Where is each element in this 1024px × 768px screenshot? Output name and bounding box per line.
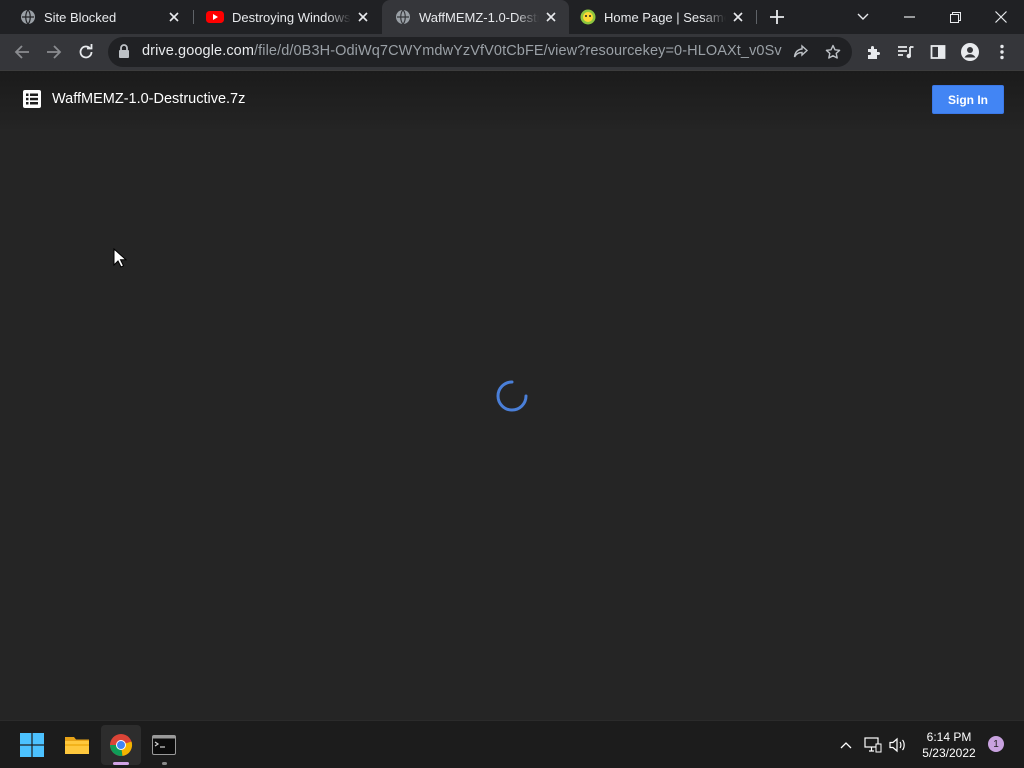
forward-button[interactable]: [40, 38, 68, 66]
windows-start-icon: [20, 733, 44, 757]
chevron-down-icon: [857, 13, 869, 20]
media-control-button[interactable]: [892, 38, 920, 66]
close-tab-icon[interactable]: [351, 5, 375, 29]
tab-title: Home Page | Sesame Street: [604, 9, 726, 25]
close-tab-icon[interactable]: [539, 5, 563, 29]
file-name-title: WaffMEMZ-1.0-Destructive.7z: [52, 91, 246, 107]
minimize-icon: [903, 16, 915, 18]
plus-icon: [770, 10, 784, 24]
tab-separator: [756, 10, 757, 24]
network-status-button[interactable]: [862, 733, 884, 757]
minimize-button[interactable]: [886, 0, 932, 34]
chevron-up-icon: [840, 742, 852, 749]
side-panel-button[interactable]: [924, 38, 952, 66]
clock-time: 6:14 PM: [926, 730, 972, 744]
close-tab-icon[interactable]: [162, 5, 186, 29]
restore-button[interactable]: [932, 0, 978, 34]
url-text: drive.google.com/file/d/0B3H-OdiWq7CWYmd…: [142, 43, 782, 61]
chrome-taskbar-button[interactable]: [101, 725, 141, 765]
notification-badge[interactable]: 1: [988, 736, 1004, 752]
network-icon: [864, 737, 882, 753]
file-explorer-icon: [65, 737, 89, 754]
tab-title: WaffMEMZ-1.0-Destructive.7z: [419, 9, 539, 25]
sesame-street-icon: [580, 9, 596, 25]
kebab-menu-icon: [1000, 44, 1004, 60]
profile-avatar-icon: [961, 43, 979, 61]
tab-site-blocked[interactable]: Site Blocked: [0, 0, 192, 34]
bookmark-star-icon[interactable]: [824, 43, 842, 61]
tab-strip: Site Blocked Destroying Windows XP WaffM…: [0, 0, 1024, 34]
tab-title: Destroying Windows XP: [232, 9, 351, 25]
close-icon: [995, 11, 1007, 23]
globe-icon: [396, 9, 410, 25]
reload-button[interactable]: [72, 38, 100, 66]
mouse-cursor-icon: [113, 247, 128, 273]
terminal-icon: [152, 735, 176, 755]
tab-sesame-street[interactable]: Home Page | Sesame Street: [569, 0, 756, 34]
reload-icon: [79, 44, 93, 59]
arrow-left-icon: [14, 45, 29, 59]
extensions-button[interactable]: [860, 38, 888, 66]
file-list-icon: [23, 90, 41, 113]
tab-title: Site Blocked: [44, 9, 117, 25]
close-tab-icon[interactable]: [726, 5, 750, 29]
tab-waffmemz-drive[interactable]: WaffMEMZ-1.0-Destructive.7z: [382, 0, 569, 34]
profile-button[interactable]: [956, 38, 984, 66]
restore-icon: [949, 11, 961, 23]
url-host: drive.google.com: [142, 43, 255, 59]
speaker-volume-icon: [889, 737, 905, 753]
back-button[interactable]: [8, 38, 36, 66]
show-hidden-icons-button[interactable]: [836, 733, 856, 757]
youtube-icon: [206, 11, 224, 23]
running-app-indicator: [162, 762, 167, 765]
active-app-indicator: [113, 762, 129, 765]
new-tab-button[interactable]: [764, 4, 790, 30]
arrow-right-icon: [47, 45, 62, 59]
file-explorer-button[interactable]: [57, 725, 97, 765]
tab-destroying-windows-xp[interactable]: Destroying Windows XP: [194, 0, 381, 34]
playlist-music-icon: [898, 46, 914, 59]
address-bar[interactable]: drive.google.com/file/d/0B3H-OdiWq7CWYmd…: [108, 37, 852, 67]
share-icon[interactable]: [792, 43, 810, 61]
volume-button[interactable]: [886, 733, 910, 757]
loading-spinner: [494, 378, 530, 419]
lock-icon[interactable]: [118, 44, 130, 64]
tab-search-button[interactable]: [840, 0, 886, 34]
sign-in-button[interactable]: Sign In: [932, 85, 1004, 114]
puzzle-icon: [868, 46, 880, 59]
side-panel-icon: [930, 45, 946, 59]
url-path: /file/d/0B3H-OdiWq7CWYmdwYzVfV0tCbFE/vie…: [254, 43, 782, 59]
terminal-taskbar-button[interactable]: [144, 725, 184, 765]
clock-date: 5/23/2022: [922, 746, 976, 760]
close-window-button[interactable]: [978, 0, 1024, 34]
drive-viewer-header: WaffMEMZ-1.0-Destructive.7z Sign In: [0, 71, 1024, 129]
browser-toolbar: drive.google.com/file/d/0B3H-OdiWq7CWYmd…: [0, 34, 1024, 71]
windows-taskbar: 6:14 PM 5/23/2022: [0, 720, 1024, 768]
chrome-icon: [110, 734, 133, 756]
start-button[interactable]: [12, 725, 52, 765]
taskbar-clock[interactable]: 6:14 PM 5/23/2022: [914, 729, 984, 761]
globe-icon: [21, 9, 35, 25]
chrome-menu-button[interactable]: [988, 38, 1016, 66]
